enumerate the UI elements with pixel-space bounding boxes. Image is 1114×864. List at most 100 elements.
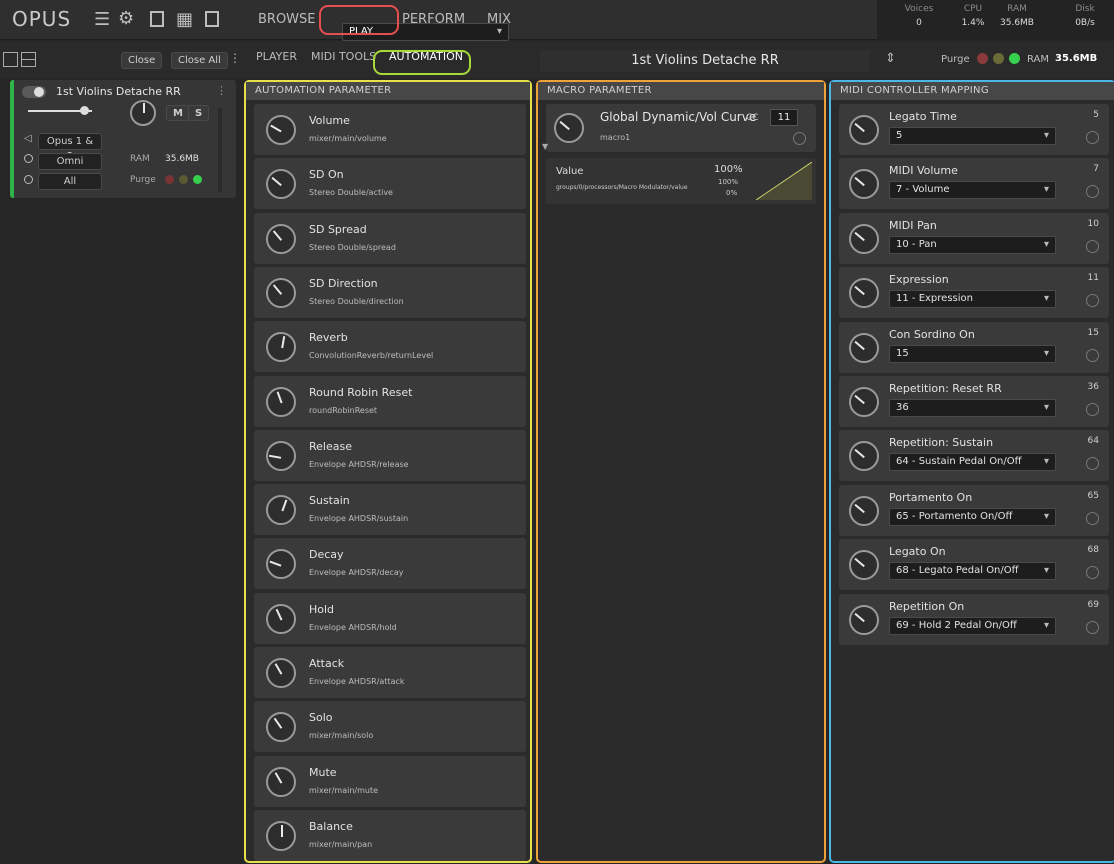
automation-row[interactable]: Hold Envelope AHDSR/hold	[254, 592, 526, 644]
midi-cc-select[interactable]: 36	[889, 399, 1056, 417]
globe-icon[interactable]	[1086, 403, 1099, 416]
automation-row[interactable]: Attack Envelope AHDSR/attack	[254, 647, 526, 698]
automation-row[interactable]: Solo mixer/main/solo	[254, 701, 526, 753]
midi-cc-select[interactable]: 7 - Volume	[889, 181, 1056, 200]
tab-mix[interactable]: MIX	[487, 0, 511, 40]
automation-knob[interactable]	[266, 115, 296, 145]
midi-mapping-row[interactable]: Con Sordino On 15 15	[839, 321, 1109, 373]
automation-knob[interactable]	[266, 223, 296, 254]
solo-button[interactable]: S	[188, 105, 210, 121]
automation-row[interactable]: Sustain Envelope AHDSR/sustain	[254, 484, 526, 536]
midi-cc-select[interactable]: 64 - Sustain Pedal On/Off	[889, 453, 1056, 472]
purge-green-icon[interactable]	[1009, 53, 1020, 64]
keyboard-icon[interactable]: ▦	[176, 9, 193, 30]
macro-row[interactable]: Global Dynamic/Vol Curve CC 11 macro1	[546, 104, 816, 152]
volume-slider[interactable]	[28, 106, 92, 115]
automation-knob[interactable]	[266, 603, 296, 634]
midi-cc-select[interactable]: 69 - Hold 2 Pedal On/Off	[889, 616, 1056, 635]
split-view-icon[interactable]	[205, 11, 219, 27]
instrument-stepper-icon[interactable]: ⇕	[885, 51, 896, 66]
midi-mapping-row[interactable]: Legato Time 5 5	[839, 104, 1109, 155]
globe-icon[interactable]	[1086, 185, 1099, 199]
globe-icon[interactable]	[1086, 239, 1099, 253]
midi-mapping-row[interactable]: Legato On 68 68 - Legato Pedal On/Off	[839, 539, 1109, 591]
automation-knob[interactable]	[266, 386, 296, 417]
macro-curve[interactable]	[756, 162, 812, 200]
midi-knob[interactable]	[849, 550, 879, 581]
automation-row[interactable]: Release Envelope AHDSR/release	[254, 429, 526, 481]
globe-icon[interactable]	[1086, 294, 1099, 308]
automation-knob[interactable]	[266, 712, 296, 743]
globe-icon[interactable]	[1086, 620, 1099, 634]
midi-mapping-row[interactable]: Expression 11 11 - Expression	[839, 267, 1109, 319]
midi-input-selector[interactable]: Omni	[38, 153, 102, 170]
midi-mapping-row[interactable]: Portamento On 65 65 - Portamento On/Off	[839, 484, 1109, 536]
single-view-icon[interactable]	[150, 11, 164, 27]
macro-knob[interactable]	[554, 113, 584, 143]
automation-row[interactable]: SD On Stereo Double/active	[254, 158, 526, 210]
midi-cc-select[interactable]: 15	[889, 344, 1056, 363]
globe-icon[interactable]	[1086, 566, 1099, 580]
globe-icon[interactable]	[1086, 511, 1099, 525]
subtab-midi-tools[interactable]: MIDI TOOLS	[311, 50, 376, 63]
midi-knob[interactable]	[849, 387, 879, 417]
midi-cc-select[interactable]: 10 - Pan	[889, 235, 1056, 254]
midi-cc-select[interactable]: 5	[889, 127, 1056, 145]
purge-yellow-small[interactable]	[179, 175, 188, 184]
midi-knob[interactable]	[849, 332, 879, 363]
purge-yellow-icon[interactable]	[993, 53, 1004, 64]
automation-knob[interactable]	[266, 658, 296, 688]
tab-browse[interactable]: BROWSE	[258, 0, 316, 40]
automation-row[interactable]: Reverb ConvolutionReverb/returnLevel	[254, 321, 526, 373]
automation-knob[interactable]	[266, 332, 296, 363]
purge-red-icon[interactable]	[977, 53, 988, 64]
pan-knob[interactable]	[130, 100, 156, 126]
mute-button[interactable]: M	[166, 105, 190, 121]
automation-knob[interactable]	[266, 495, 296, 526]
midi-mapping-row[interactable]: Repetition: Reset RR 36 36	[839, 376, 1109, 427]
automation-row[interactable]: Round Robin Reset roundRobinReset	[254, 375, 526, 427]
automation-knob[interactable]	[266, 440, 296, 471]
layout-single-icon[interactable]	[3, 52, 18, 67]
channel-selector[interactable]: All	[38, 173, 102, 190]
instrument-more-icon[interactable]: ⋮	[216, 84, 227, 97]
layout-split-icon[interactable]	[21, 52, 36, 67]
midi-knob[interactable]	[849, 495, 879, 526]
automation-row[interactable]: Volume mixer/main/volume	[254, 104, 526, 155]
midi-knob[interactable]	[849, 223, 879, 254]
midi-cc-select[interactable]: 65 - Portamento On/Off	[889, 507, 1056, 526]
macro-cc-input[interactable]: 11	[770, 109, 798, 126]
purge-red-small[interactable]	[165, 175, 174, 184]
automation-knob[interactable]	[266, 766, 296, 797]
automation-row[interactable]: Balance mixer/main/pan	[254, 809, 526, 861]
macro-globe-icon[interactable]	[793, 132, 806, 145]
instrument-name-header[interactable]: 1st Violins Detache RR	[540, 50, 870, 72]
menu-icon[interactable]: ☰	[94, 9, 110, 30]
midi-knob[interactable]	[849, 115, 879, 145]
automation-row[interactable]: SD Direction Stereo Double/direction	[254, 266, 526, 318]
automation-row[interactable]: SD Spread Stereo Double/spread	[254, 212, 526, 264]
globe-icon[interactable]	[1086, 457, 1099, 471]
macro-expand-icon[interactable]: ▼	[542, 142, 548, 151]
midi-knob[interactable]	[849, 441, 879, 472]
automation-knob[interactable]	[266, 277, 296, 308]
purge-green-small[interactable]	[193, 175, 202, 184]
close-button[interactable]: Close	[121, 52, 163, 69]
midi-mapping-row[interactable]: Repetition: Sustain 64 64 - Sustain Pedal …	[839, 430, 1109, 482]
automation-knob[interactable]	[266, 820, 296, 851]
midi-cc-select[interactable]: 11 - Expression	[889, 290, 1056, 309]
midi-knob[interactable]	[849, 278, 879, 309]
automation-knob[interactable]	[266, 169, 296, 200]
instrument-toggle[interactable]	[22, 86, 46, 98]
tab-perform[interactable]: PERFORM	[402, 0, 465, 40]
close-all-button[interactable]: Close All	[171, 52, 228, 69]
automation-row[interactable]: Mute mixer/main/mute	[254, 755, 526, 807]
midi-knob[interactable]	[849, 169, 879, 200]
output-selector[interactable]: Opus 1 & 2	[38, 133, 102, 162]
midi-mapping-row[interactable]: MIDI Volume 7 7 - Volume	[839, 158, 1109, 210]
midi-mapping-row[interactable]: Repetition On 69 69 - Hold 2 Pedal On/Off	[839, 593, 1109, 645]
automation-row[interactable]: Decay Envelope AHDSR/decay	[254, 538, 526, 590]
gear-icon[interactable]: ⚙	[118, 8, 134, 29]
subtab-player[interactable]: PLAYER	[256, 50, 297, 63]
more-options-icon[interactable]: ⋮	[229, 51, 241, 65]
